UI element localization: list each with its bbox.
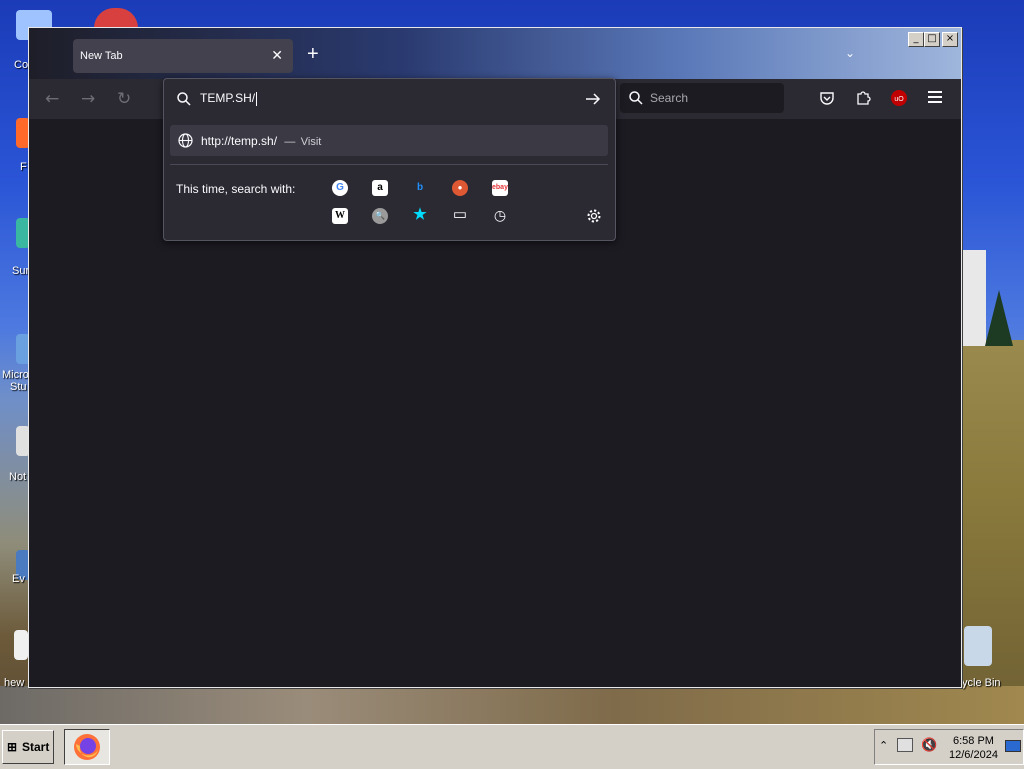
suggestion-url: http://temp.sh/ [201,134,278,148]
desktop-icon-app[interactable] [94,8,138,28]
start-label: Start [22,740,50,754]
tab-title: New Tab [80,50,123,62]
reload-icon[interactable]: ↻ [117,89,131,109]
taskbar-firefox-button[interactable] [64,729,110,765]
desktop-label-recycle-bin: ycle Bin [962,677,1001,689]
search-icon [629,91,643,105]
url-input-value: TEMP.SH/ [200,91,256,105]
svg-text:uO: uO [894,96,904,103]
close-tab-icon[interactable]: ✕ [271,47,283,64]
desktop-rocks [0,686,1024,724]
windows-logo-icon: ⊞ [7,740,18,754]
search-with-label: This time, search with: [176,182,296,196]
go-arrow-icon[interactable] [585,92,601,106]
tab-new-tab[interactable]: New Tab ✕ [73,39,293,73]
globe-icon [178,133,193,148]
menu-icon[interactable] [928,91,942,103]
pocket-icon[interactable] [819,90,835,106]
tab-strip: New Tab ✕ + ⌄ _ □ × [29,28,961,79]
duckduckgo-engine-icon[interactable]: ● [452,180,468,196]
desktop-label-studio-1: Micro [2,369,29,381]
desktop-label-support: Sur [12,265,30,277]
suggestion-separator: — [284,136,296,148]
show-desktop-icon[interactable] [1005,740,1021,752]
system-tray: ⌃ 🔇 6:58 PM 12/6/2024 [874,729,1024,765]
tabs-icon[interactable]: ▭ [452,207,468,223]
urlbar-panel: TEMP.SH/ http://temp.sh/ — Visit This ti… [163,78,616,241]
firefox-icon [74,734,100,760]
bing-engine-icon[interactable]: b [412,180,428,196]
extensions-icon[interactable] [855,89,872,106]
maximize-button[interactable]: □ [924,32,940,47]
suggestion-action: Visit [300,136,322,148]
network-icon[interactable] [897,738,913,752]
new-tab-icon[interactable]: + [307,43,319,66]
minimize-button[interactable]: _ [908,32,924,47]
list-all-tabs-icon[interactable]: ⌄ [845,46,855,60]
forward-icon[interactable]: → [81,89,95,109]
desktop-icon-file[interactable] [14,630,28,660]
panel-divider [170,164,608,165]
desktop-label-notepad: Not [9,471,27,483]
back-icon[interactable]: ← [45,89,59,109]
clock[interactable]: 6:58 PM 12/6/2024 [949,734,998,762]
recycle-bin-icon[interactable] [964,626,992,666]
ebay-engine-icon[interactable]: ebay [492,180,508,196]
desktop-label-event: Ev [12,573,25,585]
clock-date: 12/6/2024 [949,749,998,761]
urlbar-search-icon [177,92,191,106]
search-placeholder: Search [650,91,689,105]
desktop-label-firefox: F [20,161,27,173]
wikipedia-engine-icon[interactable]: W [332,208,348,224]
text-caret [256,91,258,106]
bookmarks-icon[interactable]: ★ [412,207,428,223]
clock-time: 6:58 PM [952,735,994,747]
taskbar: ⊞ Start ⌃ 🔇 6:58 PM 12/6/2024 [0,724,1024,769]
history-icon[interactable]: ◷ [492,207,508,223]
tray-expand-icon[interactable]: ⌃ [879,739,888,752]
desktop-lighthouse [962,250,986,346]
gear-icon[interactable] [586,208,602,224]
start-button[interactable]: ⊞ Start [2,730,54,764]
search-engine-icon[interactable]: 🔍 [372,208,388,224]
desktop-label-studio-2: Stu [10,381,27,393]
desktop-tree [985,290,1013,346]
ublock-origin-icon[interactable]: uO [890,89,908,107]
suggestion-visit-row[interactable]: http://temp.sh/ — Visit [170,125,608,156]
google-engine-icon[interactable]: G [332,180,348,196]
suggestion-text: http://temp.sh/ — Visit [201,134,321,148]
amazon-engine-icon[interactable]: a [372,180,388,196]
close-window-button[interactable]: × [942,32,958,47]
desktop-label-file: hew [4,677,25,689]
desktop-hill [960,340,1024,724]
url-input[interactable]: TEMP.SH/ [200,91,258,106]
search-bar[interactable]: Search [620,83,784,113]
desktop-label-computer: Co [14,59,29,71]
volume-muted-icon[interactable]: 🔇 [921,737,937,753]
